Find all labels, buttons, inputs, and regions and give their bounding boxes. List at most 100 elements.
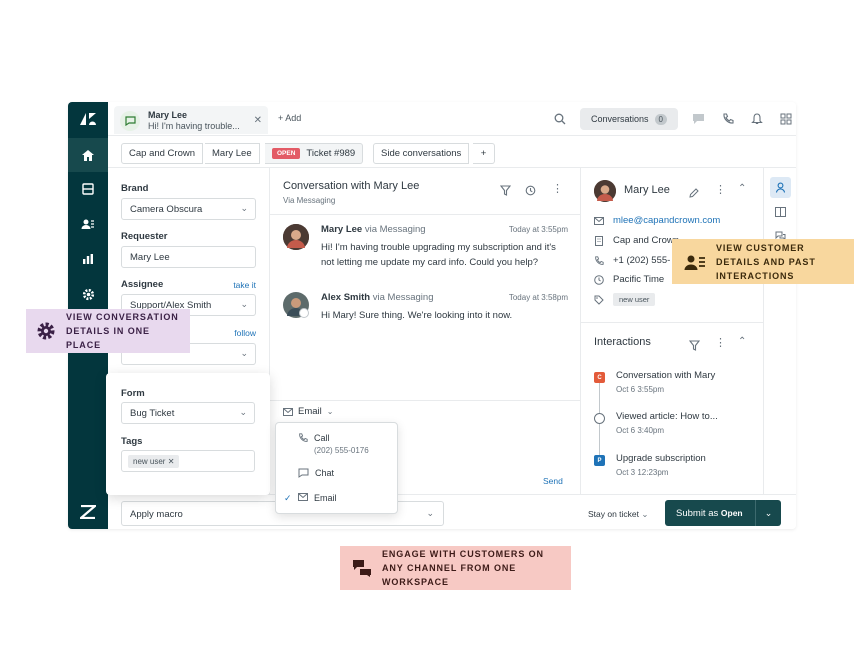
context-rail: [763, 168, 796, 494]
avatar: [283, 224, 309, 250]
conversation-subtitle: Via Messaging: [283, 196, 336, 205]
brand-value: Camera Obscura: [130, 204, 203, 215]
requester-field[interactable]: Mary Lee: [121, 246, 256, 268]
history-icon[interactable]: [525, 183, 536, 201]
add-tab-button[interactable]: + Add: [278, 113, 301, 123]
form-card: Form Bug Ticket ⌄ Tags new user ✕: [106, 373, 270, 495]
chevron-down-icon: ⌄: [240, 299, 248, 309]
message-alex: Alex Smith via Messaging Today at 3:58pm…: [283, 292, 568, 328]
more-options-icon[interactable]: ⋮: [715, 336, 726, 349]
gear-icon: [36, 321, 56, 341]
zendesk-z-icon[interactable]: [68, 495, 108, 529]
admin-gear-icon[interactable]: [68, 277, 108, 311]
stay-on-ticket-select[interactable]: Stay on ticket ⌄: [588, 509, 649, 520]
customer-context-panel: Mary Lee ⋮ ⌃ mlee@capandcrown.com Cap an…: [580, 168, 764, 494]
purchase-icon: P: [594, 455, 605, 466]
top-bar: Mary Lee Hi! I'm having trouble... ✕ + A…: [108, 102, 796, 136]
channel-selector[interactable]: Email ⌄: [283, 406, 333, 417]
customer-avatar: [594, 180, 616, 202]
filter-icon[interactable]: [688, 338, 701, 356]
tag-pill: new user ✕: [128, 455, 180, 468]
follow-link[interactable]: follow: [234, 328, 256, 338]
conversations-icon: [352, 559, 372, 577]
callout-text: VIEW CONVERSATION DETAILS IN ONE PLACE: [66, 312, 179, 350]
email-icon: [298, 493, 308, 501]
clock-icon: [594, 274, 604, 285]
search-icon[interactable]: [554, 112, 566, 130]
home-icon[interactable]: [68, 138, 108, 172]
chat-icon[interactable]: [692, 112, 705, 130]
customer-context-icon[interactable]: [770, 177, 791, 198]
customer-email[interactable]: mlee@capandcrown.com: [594, 215, 720, 226]
status-badge: OPEN: [272, 148, 301, 159]
channel-option-call[interactable]: Call (202) 555-0176: [298, 433, 369, 455]
requester-value: Mary Lee: [130, 252, 170, 263]
customer-card-icon: [684, 253, 706, 271]
add-side-conversation-button[interactable]: +: [473, 143, 495, 164]
side-conversations-button[interactable]: Side conversations: [373, 143, 470, 164]
chevron-up-icon[interactable]: ⌃: [738, 336, 746, 347]
zendesk-logo-icon[interactable]: [68, 102, 108, 136]
tags-field[interactable]: new user ✕: [121, 450, 255, 472]
brand-label: Brand: [121, 183, 149, 194]
conversation-title: Conversation with Mary Lee: [283, 180, 420, 192]
customer-tags: new user: [594, 293, 656, 306]
callout-conversation-details: VIEW CONVERSATION DETAILS IN ONE PLACE: [26, 309, 190, 353]
edit-pencil-icon[interactable]: [689, 185, 699, 203]
more-options-icon[interactable]: ⋮: [715, 183, 726, 196]
chevron-down-icon[interactable]: ⌄: [755, 500, 781, 526]
interaction-item[interactable]: Upgrade subscription Oct 3 12:23pm: [616, 453, 706, 477]
customers-icon[interactable]: [68, 207, 108, 241]
conversations-label: Conversations: [591, 114, 649, 124]
send-button[interactable]: Send: [543, 476, 563, 486]
message-text: Hi! I'm having trouble upgrading my subs…: [321, 242, 556, 268]
tag-icon: [594, 295, 604, 305]
filter-icon[interactable]: [499, 183, 512, 201]
customer-phone: +1 (202) 555-: [594, 255, 670, 266]
callout-channels: ENGAGE WITH CUSTOMERS ON ANY CHANNEL FRO…: [340, 546, 571, 590]
tags-label: Tags: [121, 436, 143, 447]
chevron-down-icon: ⌄: [426, 508, 434, 518]
close-tab-icon[interactable]: ✕: [254, 115, 262, 126]
crumb-requester[interactable]: Mary Lee: [205, 143, 260, 164]
knowledge-icon[interactable]: [770, 201, 791, 222]
reporting-icon[interactable]: [68, 242, 108, 276]
interaction-item[interactable]: Viewed article: How to... Oct 6 3:40pm: [616, 411, 718, 435]
message-mary: Mary Lee via Messaging Today at 3:55pm H…: [283, 224, 568, 274]
ticket-tab[interactable]: Mary Lee Hi! I'm having trouble... ✕: [114, 106, 268, 134]
conversations-button[interactable]: Conversations 0: [580, 108, 678, 130]
crumb-ticket[interactable]: OPEN Ticket #989: [265, 143, 364, 164]
macro-placeholder: Apply macro: [130, 509, 183, 520]
callout-customer-details: VIEW CUSTOMER DETAILS AND PAST INTERACTI…: [672, 239, 854, 284]
notifications-bell-icon[interactable]: [751, 112, 763, 130]
channel-option-email[interactable]: Email: [298, 493, 337, 503]
interactions-title: Interactions: [594, 336, 651, 348]
take-it-link[interactable]: take it: [233, 280, 256, 290]
building-icon: [595, 235, 603, 246]
assignee-label: Assignee: [121, 279, 164, 290]
header-divider: [270, 214, 580, 215]
phone-icon[interactable]: [722, 112, 734, 130]
requester-label: Requester: [121, 231, 168, 242]
composer-divider: [270, 400, 580, 401]
chevron-up-icon[interactable]: ⌃: [738, 183, 746, 194]
form-value: Bug Ticket: [130, 408, 175, 419]
form-select[interactable]: Bug Ticket ⌄: [121, 402, 255, 424]
bottom-bar: Apply macro ⌄ Stay on ticket ⌄ Submit as…: [108, 494, 796, 529]
submit-button[interactable]: Submit as Open ⌄: [665, 500, 781, 526]
avatar: [283, 292, 309, 318]
interaction-item[interactable]: Conversation with Mary Oct 6 3:55pm: [616, 370, 715, 394]
message-time: Today at 3:55pm: [508, 225, 568, 234]
customer-company: Cap and Crown: [594, 235, 679, 246]
message-time: Today at 3:58pm: [508, 293, 568, 302]
crumb-organization[interactable]: Cap and Crown: [121, 143, 204, 164]
apps-grid-icon[interactable]: [780, 112, 792, 130]
channel-option-chat[interactable]: Chat: [298, 468, 334, 478]
more-options-icon[interactable]: ⋮: [552, 182, 563, 195]
brand-select[interactable]: Camera Obscura ⌄: [121, 198, 256, 220]
message-text: Hi Mary! Sure thing. We're looking into …: [321, 310, 513, 321]
views-icon[interactable]: [68, 172, 108, 206]
callout-text: ENGAGE WITH CUSTOMERS ON ANY CHANNEL FRO…: [382, 549, 544, 587]
message-author: Mary Lee via Messaging: [321, 224, 426, 235]
conversation-icon: C: [594, 372, 605, 383]
